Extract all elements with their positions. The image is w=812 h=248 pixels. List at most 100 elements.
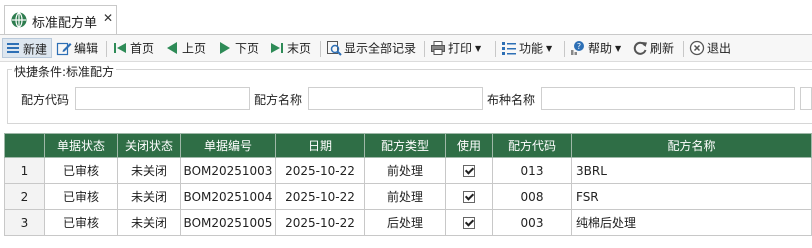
recipe-grid: 单据状态 关闭状态 单据编号 日期 配方类型 使用 配方代码 配方名称 1 已审…: [4, 133, 812, 236]
first-page-button[interactable]: 首页: [112, 38, 154, 58]
in-use-cell: [445, 209, 493, 236]
column-header-in-use[interactable]: 使用: [445, 133, 493, 158]
first-page-label: 首页: [130, 41, 155, 56]
date-cell: 2025-10-22: [275, 183, 365, 210]
column-header-row-number[interactable]: [4, 133, 45, 158]
doc-status-cell: 已审核: [44, 157, 118, 184]
globe-icon: [11, 12, 27, 28]
prev-page-icon: [167, 41, 177, 54]
print-label: 打印: [448, 41, 473, 56]
recipe-type-cell: 前处理: [364, 157, 446, 184]
tab-standard-recipe[interactable]: 标准配方单 ✕: [4, 5, 117, 34]
last-page-button[interactable]: 末页: [269, 38, 311, 58]
chevron-down-icon: ▼: [615, 43, 622, 53]
next-page-icon: [220, 41, 230, 54]
recipe-type-cell: 前处理: [364, 183, 446, 210]
toolbar-divider: [424, 41, 425, 57]
close-status-cell: 未关闭: [117, 209, 181, 236]
toolbar-divider: [106, 41, 107, 57]
last-page-label: 末页: [287, 41, 312, 56]
recipe-code-cell: 013: [492, 157, 572, 184]
table-row[interactable]: 3 已审核 未关闭 BOM20251005 2025-10-22 后处理 003…: [4, 209, 812, 236]
edit-icon: [56, 42, 72, 55]
function-label: 功能: [519, 41, 544, 56]
exit-icon: [689, 40, 705, 55]
printer-icon: [431, 40, 445, 55]
close-status-cell: 未关闭: [117, 183, 181, 210]
toolbar: 新建 编辑 首页 上页 下页 末页 显示全部记录 打印 ▼ 功能 ▼ ? 帮助 …: [0, 35, 812, 62]
quick-filter-legend: 快捷条件:标准配方: [12, 63, 117, 80]
table-row[interactable]: 2 已审核 未关闭 BOM20251004 2025-10-22 前处理 008…: [4, 183, 812, 210]
chevron-down-icon: ▼: [546, 43, 553, 53]
date-cell: 2025-10-22: [275, 209, 365, 236]
refresh-button[interactable]: 刷新: [632, 38, 674, 58]
in-use-cell: [445, 183, 493, 210]
recipe-name-cell: 3BRL: [571, 157, 812, 184]
recipe-name-label: 配方名称: [254, 93, 303, 107]
prev-page-button[interactable]: 上页: [164, 38, 206, 58]
recipe-code-cell: 003: [492, 209, 572, 236]
next-page-button[interactable]: 下页: [217, 38, 259, 58]
list-icon: [502, 41, 516, 55]
help-icon: ?: [571, 40, 584, 55]
column-header-recipe-type[interactable]: 配方类型: [364, 133, 446, 158]
row-number: 2: [4, 183, 45, 210]
search-icon: [327, 40, 342, 56]
recipe-code-label: 配方代码: [21, 93, 70, 107]
refresh-icon: [633, 41, 647, 55]
next-page-label: 下页: [235, 41, 260, 56]
refresh-label: 刷新: [650, 41, 675, 56]
new-label: 新建: [23, 42, 48, 57]
doc-status-cell: 已审核: [44, 209, 118, 236]
recipe-name-cell: FSR: [571, 183, 812, 210]
doc-number-cell: BOM20251004: [180, 183, 276, 210]
column-header-recipe-code[interactable]: 配方代码: [492, 133, 572, 158]
edit-button[interactable]: 编辑: [56, 38, 98, 58]
new-button[interactable]: 新建: [2, 38, 52, 58]
doc-status-cell: 已审核: [44, 183, 118, 210]
prev-page-label: 上页: [182, 41, 207, 56]
grid-header-row: 单据状态 关闭状态 单据编号 日期 配方类型 使用 配方代码 配方名称: [4, 133, 812, 158]
recipe-name-input[interactable]: [308, 87, 483, 110]
toolbar-divider: [683, 41, 684, 57]
doc-number-cell: BOM20251005: [180, 209, 276, 236]
tab-strip: 标准配方单 ✕: [0, 0, 812, 35]
recipe-code-cell: 008: [492, 183, 572, 210]
recipe-code-input[interactable]: [75, 87, 250, 110]
help-label: 帮助: [588, 41, 613, 56]
toolbar-divider: [320, 41, 321, 57]
chevron-down-icon: ▼: [475, 43, 482, 53]
recipe-type-cell: 后处理: [364, 209, 446, 236]
show-all-records-button[interactable]: 显示全部记录: [326, 38, 416, 58]
in-use-checkbox[interactable]: [463, 165, 475, 177]
close-status-cell: 未关闭: [117, 157, 181, 184]
in-use-checkbox[interactable]: [463, 191, 475, 203]
doc-number-cell: BOM20251003: [180, 157, 276, 184]
column-header-recipe-name[interactable]: 配方名称: [571, 133, 812, 158]
in-use-checkbox[interactable]: [463, 217, 475, 229]
filter-field-edge: [800, 87, 812, 110]
column-header-doc-status[interactable]: 单据状态: [44, 133, 118, 158]
fabric-name-label: 布种名称: [487, 93, 536, 107]
fabric-name-input[interactable]: [541, 87, 795, 110]
recipe-name-cell: 纯棉后处理: [571, 209, 812, 236]
tab-title: 标准配方单: [32, 16, 98, 31]
last-page-icon: [271, 42, 283, 53]
close-icon[interactable]: ✕: [103, 11, 113, 25]
first-page-icon: [114, 42, 126, 53]
show-all-records-label: 显示全部记录: [344, 41, 417, 56]
column-header-close-status[interactable]: 关闭状态: [117, 133, 181, 158]
in-use-cell: [445, 157, 493, 184]
svg-text:?: ?: [577, 42, 581, 51]
toolbar-divider: [495, 41, 496, 57]
print-button[interactable]: 打印 ▼: [430, 38, 481, 58]
row-number: 1: [4, 157, 45, 184]
column-header-doc-number[interactable]: 单据编号: [180, 133, 276, 158]
exit-button[interactable]: 退出: [689, 38, 731, 58]
help-button[interactable]: ? 帮助 ▼: [570, 38, 621, 58]
new-icon: [7, 42, 19, 53]
toolbar-divider: [564, 41, 565, 57]
function-menu-button[interactable]: 功能 ▼: [501, 38, 552, 58]
column-header-date[interactable]: 日期: [275, 133, 365, 158]
table-row[interactable]: 1 已审核 未关闭 BOM20251003 2025-10-22 前处理 013…: [4, 157, 812, 184]
